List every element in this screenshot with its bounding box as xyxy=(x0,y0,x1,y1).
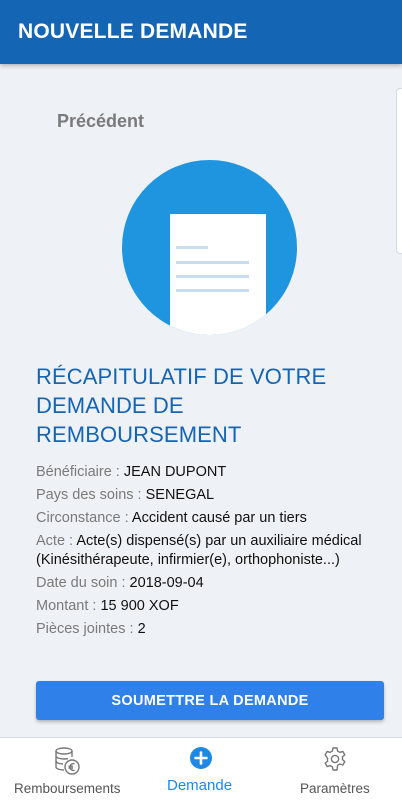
tab-label: Remboursements xyxy=(14,781,121,796)
row-value: Accident causé par un tiers xyxy=(131,510,307,526)
row-label: Pièces jointes : xyxy=(36,620,138,637)
row-label: Acte : xyxy=(36,533,77,549)
tab-label: Demande xyxy=(167,777,233,794)
bottom-navigation: Remboursements Demande Paramètres xyxy=(0,737,402,800)
previous-button[interactable]: Précédent xyxy=(57,111,144,132)
tab-demande[interactable]: Demande xyxy=(134,738,268,800)
document-icon xyxy=(170,214,266,335)
row-label: Pays des soins : xyxy=(36,487,146,503)
document-illustration xyxy=(122,160,297,335)
tab-parametres[interactable]: Paramètres xyxy=(268,738,402,800)
row-value: 2018-09-04 xyxy=(129,574,204,591)
row-label: Date du soin : xyxy=(36,574,130,591)
summary-row-care-date: Date du soin : 2018-09-04 xyxy=(36,574,366,593)
row-label: Bénéficiaire : xyxy=(36,464,124,480)
tab-remboursements[interactable]: Remboursements xyxy=(0,738,134,800)
row-value: 15 900 XOF xyxy=(100,597,179,614)
summary-row-country: Pays des soins : SENEGAL xyxy=(36,486,366,505)
coins-euro-icon xyxy=(53,746,81,781)
summary-row-circumstance: Circonstance : Accident causé par un tie… xyxy=(36,509,366,528)
summary-details: Bénéficiaire : JEAN DUPONT Pays des soin… xyxy=(36,463,366,643)
app-bar: NOUVELLE DEMANDE xyxy=(0,0,402,64)
summary-title: RÉCAPITULATIF DE VOTRE DEMANDE DE REMBOU… xyxy=(36,364,327,447)
row-value: 2 xyxy=(137,620,146,637)
add-circle-icon xyxy=(189,746,213,775)
row-value: Acte(s) dispensé(s) par un auxiliaire mé… xyxy=(36,533,362,568)
row-value: SENEGAL xyxy=(145,487,215,503)
gear-icon xyxy=(322,746,348,777)
summary-row-act: Acte : Acte(s) dispensé(s) par un auxili… xyxy=(36,532,366,569)
side-panel-peek[interactable] xyxy=(396,88,402,254)
page-title: NOUVELLE DEMANDE xyxy=(18,20,248,43)
tab-label: Paramètres xyxy=(300,781,370,796)
row-value: JEAN DUPONT xyxy=(123,464,227,480)
summary-row-amount: Montant : 15 900 XOF xyxy=(36,597,366,616)
summary-row-beneficiary: Bénéficiaire : JEAN DUPONT xyxy=(36,463,366,482)
submit-request-button[interactable]: SOUMETTRE LA DEMANDE xyxy=(36,681,384,720)
row-label: Circonstance : xyxy=(36,510,132,526)
summary-row-attachments: Pièces jointes : 2 xyxy=(36,620,366,639)
row-label: Montant : xyxy=(36,597,101,614)
